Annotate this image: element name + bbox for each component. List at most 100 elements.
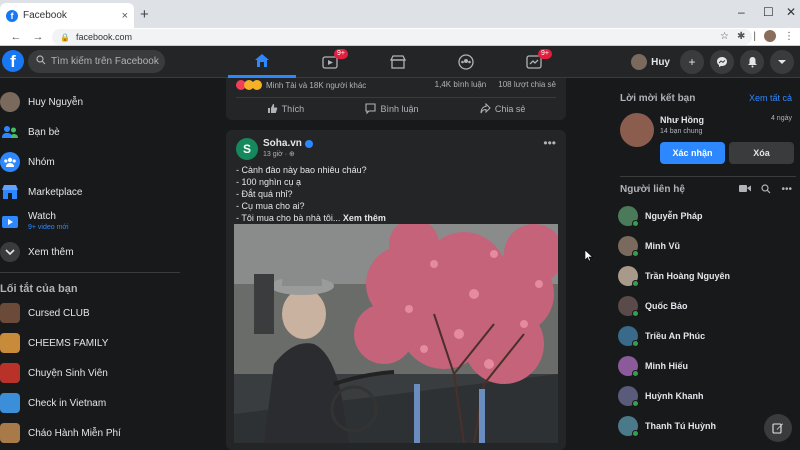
facebook-logo[interactable]: f bbox=[2, 50, 24, 72]
avatar bbox=[618, 326, 639, 347]
mutual-friends[interactable]: 14 bạn chung bbox=[660, 128, 702, 135]
shortcut-label: Chuyện Sinh Viên bbox=[28, 367, 108, 379]
tab-close-icon[interactable]: × bbox=[122, 10, 128, 22]
post-timestamp[interactable]: 13 giờ · ⊕ bbox=[263, 150, 295, 158]
like-button[interactable]: Thích bbox=[267, 103, 304, 114]
group-thumbnail bbox=[0, 303, 20, 323]
contact-item[interactable]: Minh Hiếu bbox=[618, 355, 688, 377]
post-card: S Soha.vn 13 giờ · ⊕ ••• - Cành đào này … bbox=[226, 130, 566, 450]
search-input[interactable]: Tìm kiếm trên Facebook bbox=[28, 50, 165, 73]
comment-button[interactable]: Bình luận bbox=[365, 103, 419, 114]
forward-button[interactable]: → bbox=[32, 31, 44, 43]
sidebar-item-watch[interactable]: Watch 9+ video mới bbox=[0, 211, 69, 233]
request-name[interactable]: Như Hồng bbox=[660, 115, 704, 125]
sidebar-item-marketplace[interactable]: Marketplace bbox=[0, 181, 82, 203]
post-action-bar: Thích Bình luận Chia sẻ bbox=[236, 97, 556, 119]
shortcut-item[interactable]: CHEEMS FAMILY bbox=[0, 332, 108, 354]
online-indicator bbox=[632, 280, 639, 287]
more-options-icon[interactable]: ••• bbox=[781, 184, 792, 197]
reaction-summary[interactable]: Minh Tài và 18K người khác bbox=[236, 80, 366, 90]
mouse-cursor-icon bbox=[584, 249, 594, 265]
post-author[interactable]: Soha.vn bbox=[263, 138, 313, 149]
nav-home[interactable] bbox=[228, 46, 296, 78]
messenger-button[interactable] bbox=[710, 50, 734, 74]
contact-item[interactable]: Trần Hoàng Nguyên bbox=[618, 265, 730, 287]
new-tab-button[interactable]: + bbox=[140, 6, 149, 23]
plus-icon: + bbox=[688, 55, 696, 69]
sidebar-item-label: Xem thêm bbox=[28, 246, 74, 258]
sidebar-item-see-more[interactable]: Xem thêm bbox=[0, 241, 74, 263]
sidebar-item-label: Bạn bè bbox=[28, 126, 60, 138]
contact-item[interactable]: Minh Vũ bbox=[618, 235, 680, 257]
accept-request-button[interactable]: Xác nhận bbox=[660, 142, 725, 164]
profile-avatar[interactable] bbox=[764, 30, 776, 42]
contact-item[interactable]: Huỳnh Khanh bbox=[618, 385, 704, 407]
browser-tab-bar: f Facebook × + – ☐ ✕ bbox=[0, 0, 800, 28]
shortcut-item[interactable]: Cháo Hành Miễn Phí bbox=[0, 422, 121, 444]
chevron-down-icon bbox=[0, 242, 20, 262]
tab-title: Facebook bbox=[23, 10, 67, 21]
maximize-button[interactable]: ☐ bbox=[763, 5, 774, 19]
contact-name: Minh Vũ bbox=[645, 241, 680, 251]
watch-new-videos: 9+ video mới bbox=[28, 224, 69, 231]
online-indicator bbox=[632, 340, 639, 347]
address-bar[interactable]: 🔒 facebook.com bbox=[52, 29, 752, 45]
post-line: - Đắt quá nhỉ? bbox=[236, 189, 293, 199]
friends-icon bbox=[0, 122, 20, 142]
account-menu-button[interactable] bbox=[770, 50, 794, 74]
contact-item[interactable]: Thanh Tú Huỳnh bbox=[618, 415, 716, 437]
comment-label: Bình luận bbox=[380, 103, 419, 114]
nav-gaming[interactable]: 9+ bbox=[500, 46, 568, 78]
home-icon bbox=[255, 54, 269, 67]
gaming-badge: 9+ bbox=[538, 49, 552, 59]
post-stats: 1,4K bình luận 108 lượt chia sẻ bbox=[435, 80, 556, 89]
close-window-button[interactable]: ✕ bbox=[786, 5, 796, 19]
post-photo[interactable] bbox=[234, 224, 558, 443]
extensions-icon[interactable]: ✱ bbox=[737, 31, 745, 42]
shortcut-label: Cháo Hành Miễn Phí bbox=[28, 427, 121, 439]
profile-shortcut[interactable]: Huy bbox=[631, 54, 670, 70]
avatar[interactable] bbox=[620, 113, 654, 147]
sidebar-item-profile[interactable]: Huy Nguyễn bbox=[0, 91, 83, 113]
delete-request-button[interactable]: Xóa bbox=[729, 142, 794, 164]
sidebar-item-groups[interactable]: Nhóm bbox=[0, 151, 55, 173]
avatar bbox=[631, 54, 648, 70]
share-count[interactable]: 108 lượt chia sẻ bbox=[498, 80, 556, 89]
notifications-button[interactable] bbox=[740, 50, 764, 74]
browser-menu-icon[interactable]: ⋮ bbox=[784, 31, 794, 42]
share-button[interactable]: Chia sẻ bbox=[480, 103, 526, 114]
shortcut-item[interactable]: Chuyện Sinh Viên bbox=[0, 362, 108, 384]
post-options-button[interactable]: ••• bbox=[543, 136, 556, 150]
nav-watch[interactable]: 9+ bbox=[296, 46, 364, 78]
nav-marketplace[interactable] bbox=[364, 46, 432, 78]
author-avatar[interactable]: S bbox=[236, 138, 258, 160]
video-call-icon[interactable] bbox=[739, 184, 752, 197]
create-button[interactable]: + bbox=[680, 50, 704, 74]
search-placeholder: Tìm kiếm trên Facebook bbox=[51, 56, 159, 67]
contact-name: Minh Hiếu bbox=[645, 361, 688, 371]
comment-count[interactable]: 1,4K bình luận bbox=[435, 80, 487, 89]
browser-tab[interactable]: f Facebook × bbox=[0, 3, 134, 28]
shortcut-item[interactable]: Cursed CLUB bbox=[0, 302, 90, 324]
comment-icon bbox=[365, 103, 377, 114]
share-label: Chia sẻ bbox=[494, 103, 526, 114]
contact-item[interactable]: Quốc Bảo bbox=[618, 295, 688, 317]
post-line: - Tôi mua cho bà nhà tôi... Xem thêm bbox=[236, 212, 556, 224]
online-indicator bbox=[632, 400, 639, 407]
bookmark-star-icon[interactable]: ☆ bbox=[720, 31, 729, 42]
sidebar-item-label: Huy Nguyễn bbox=[28, 96, 84, 108]
nav-groups[interactable] bbox=[432, 46, 500, 78]
shortcut-item[interactable]: Check in Vietnam bbox=[0, 392, 106, 414]
profile-divider-icon: | bbox=[753, 30, 756, 42]
sidebar-divider bbox=[620, 176, 796, 177]
contact-name: Quốc Bảo bbox=[645, 301, 688, 311]
search-icon[interactable] bbox=[761, 184, 771, 197]
contact-item[interactable]: Triều An Phúc bbox=[618, 325, 705, 347]
back-button[interactable]: ← bbox=[10, 31, 22, 43]
contact-item[interactable]: Nguyễn Pháp bbox=[618, 205, 703, 227]
see-all-requests-link[interactable]: Xem tất cả bbox=[749, 93, 792, 103]
see-more-link[interactable]: Xem thêm bbox=[343, 213, 386, 223]
new-message-button[interactable] bbox=[764, 414, 792, 442]
minimize-button[interactable]: – bbox=[738, 5, 745, 19]
sidebar-item-friends[interactable]: Bạn bè bbox=[0, 121, 60, 143]
